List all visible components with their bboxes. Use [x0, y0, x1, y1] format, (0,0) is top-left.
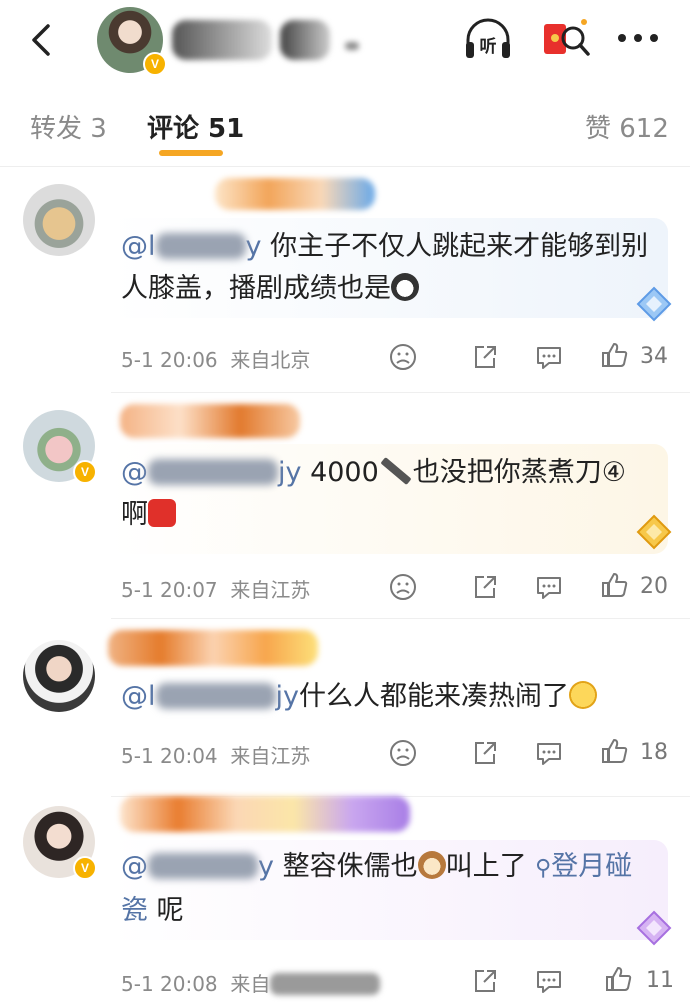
mention-tail: jy	[278, 457, 302, 488]
comment-meta: 5-1 20:07 来自江苏	[121, 574, 310, 603]
divider	[111, 618, 690, 619]
mention-redacted	[155, 683, 276, 709]
comment-meta: 5-1 20:04 来自江苏	[121, 740, 310, 769]
comment-location: 来自	[230, 972, 271, 996]
comment-body-part: 叫上了	[445, 851, 527, 882]
diamond-fan-badge-icon	[636, 286, 672, 322]
comment-time: 5-1 20:08	[121, 972, 218, 996]
mention-tail: y	[245, 231, 262, 262]
comment-item: V @ jy 4000 也没把你蒸煮刀④啊 5-1 20:07 来自江苏 20	[0, 392, 690, 618]
comment-location: 来自北京	[230, 348, 311, 372]
comment-text: @l y 你主子不仅人跳起来才能够到别人膝盖，播剧成绩也是	[121, 226, 651, 310]
tab-reposts[interactable]: 转发 3	[30, 108, 107, 145]
tab-bar: 转发 3 评论 51 赞 612	[0, 82, 690, 167]
gold-fan-badge-icon	[636, 514, 672, 550]
mention-link[interactable]: @	[121, 457, 148, 488]
reply-icon[interactable]	[534, 738, 564, 768]
mention-tail: y	[258, 851, 274, 882]
like-count: 34	[640, 344, 668, 369]
surprised-emoji-icon	[569, 681, 597, 709]
share-icon[interactable]	[470, 738, 500, 768]
mention-redacted	[155, 233, 246, 259]
comment-location: 来自江苏	[230, 578, 311, 602]
share-icon[interactable]	[470, 966, 500, 996]
divider	[111, 392, 690, 393]
comment-time: 5-1 20:04	[121, 744, 218, 768]
tab-likes[interactable]: 赞 612	[585, 108, 669, 145]
comment-meta: 5-1 20:06 来自北京	[121, 344, 310, 373]
mention-link[interactable]: @l	[121, 231, 156, 262]
verified-badge-icon: V	[73, 856, 97, 880]
reply-icon[interactable]	[534, 342, 564, 372]
dislike-face-icon[interactable]	[388, 342, 418, 372]
mention-link[interactable]: @l	[121, 681, 156, 712]
dislike-face-icon[interactable]	[388, 738, 418, 768]
comment-text: @l jy什么人都能来凑热闹了	[121, 676, 651, 718]
location-redacted	[270, 973, 381, 995]
tab-comments[interactable]: 评论 51	[147, 108, 244, 145]
commenter-avatar[interactable]	[23, 184, 95, 256]
like-thumb-icon[interactable]	[604, 964, 634, 994]
comment-time: 5-1 20:06	[121, 348, 218, 372]
search-icon: ⚲	[535, 856, 552, 881]
comment-location: 来自江苏	[230, 744, 311, 768]
mention-redacted	[148, 459, 278, 485]
comment-body-part: 4000	[310, 457, 379, 488]
cat-emoji-icon	[391, 273, 419, 301]
comment-item: V @ y 整容侏儒也 叫上了 ⚲登月碰瓷 呢 5-1 20:08 来自 11	[0, 796, 690, 1007]
comment-body-part: 整容侏儒也	[282, 851, 418, 882]
verified-badge-icon: V	[73, 460, 97, 484]
mention-tail: jy	[275, 681, 299, 712]
like-thumb-icon[interactable]	[600, 570, 630, 600]
dislike-face-icon[interactable]	[388, 572, 418, 602]
comment-item: @l y 你主子不仅人跳起来才能够到别人膝盖，播剧成绩也是 5-1 20:06 来…	[0, 166, 690, 392]
purple-fan-badge-icon	[636, 910, 672, 946]
reply-icon[interactable]	[534, 572, 564, 602]
comment-body: 什么人都能来凑热闹了	[299, 681, 569, 712]
back-arrow-icon[interactable]	[24, 22, 60, 58]
like-count: 11	[646, 968, 674, 993]
active-tab-indicator	[159, 150, 223, 156]
top-bar: V 听	[0, 0, 690, 82]
share-icon[interactable]	[470, 572, 500, 602]
more-dots-icon[interactable]	[614, 28, 662, 48]
dog-emoji-icon	[417, 851, 446, 879]
knife-emoji-icon	[380, 457, 412, 485]
red-envelope-search-icon[interactable]	[540, 14, 592, 66]
comment-time: 5-1 20:07	[121, 578, 218, 602]
comment-text: @ y 整容侏儒也 叫上了 ⚲登月碰瓷 呢	[121, 846, 651, 932]
like-thumb-icon[interactable]	[600, 340, 630, 370]
mention-link[interactable]: @	[121, 851, 148, 882]
comment-item: @l jy什么人都能来凑热闹了 5-1 20:04 来自江苏 18	[0, 618, 690, 796]
like-thumb-icon[interactable]	[600, 736, 630, 766]
listen-label: 听	[480, 36, 497, 57]
commenter-avatar[interactable]	[23, 640, 95, 712]
comment-meta: 5-1 20:08 来自	[121, 968, 381, 997]
comment-text: @ jy 4000 也没把你蒸煮刀④啊	[121, 452, 651, 536]
like-count: 18	[640, 740, 668, 765]
like-count: 20	[640, 574, 668, 599]
headphones-listen-icon[interactable]: 听	[462, 14, 514, 66]
mention-redacted	[148, 853, 258, 879]
verified-badge-icon: V	[143, 52, 167, 76]
share-icon[interactable]	[470, 342, 500, 372]
reply-icon[interactable]	[534, 966, 564, 996]
comment-body-part: 呢	[148, 895, 184, 926]
candle-emoji-icon	[148, 499, 176, 527]
